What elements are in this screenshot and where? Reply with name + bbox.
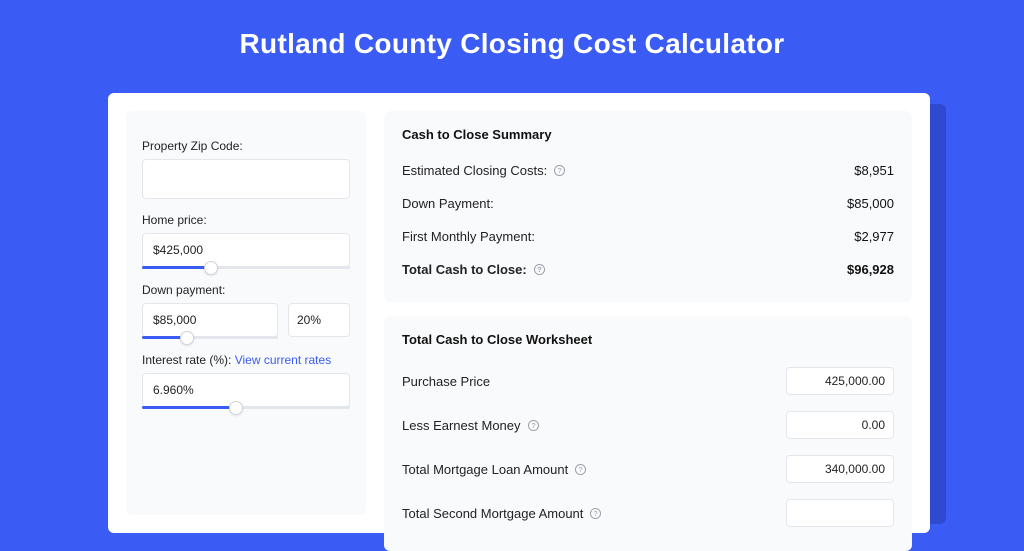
svg-text:?: ? [537,265,542,274]
slider-thumb[interactable] [204,261,218,275]
down-payment-pct-input[interactable] [288,303,350,337]
summary-row-first-payment: First Monthly Payment: $2,977 [402,220,894,253]
inputs-column: Property Zip Code: Home price: Down paym… [126,111,366,515]
worksheet-input[interactable] [786,455,894,483]
slider-thumb[interactable] [229,401,243,415]
view-rates-link[interactable]: View current rates [235,353,332,367]
calculator-panel: Property Zip Code: Home price: Down paym… [108,93,930,533]
interest-input[interactable] [142,373,350,407]
worksheet-label: Purchase Price [402,374,490,389]
summary-value: $85,000 [847,196,894,211]
worksheet-input[interactable] [786,411,894,439]
down-payment-slider[interactable] [142,336,278,339]
down-payment-input[interactable] [142,303,278,337]
worksheet-row-earnest-money: Less Earnest Money ? [402,403,894,447]
summary-label: First Monthly Payment: [402,229,535,244]
worksheet-heading: Total Cash to Close Worksheet [402,332,894,347]
help-icon[interactable]: ? [589,507,602,520]
worksheet-card: Total Cash to Close Worksheet Purchase P… [384,316,912,551]
home-price-slider-wrap [142,233,350,269]
zip-input[interactable] [142,159,350,199]
worksheet-input[interactable] [786,367,894,395]
zip-label: Property Zip Code: [142,139,350,153]
help-icon[interactable]: ? [527,419,540,432]
summary-label: Estimated Closing Costs: [402,163,547,178]
summary-row-closing-costs: Estimated Closing Costs: ? $8,951 [402,154,894,187]
worksheet-label: Less Earnest Money [402,418,521,433]
worksheet-row-mortgage-amount: Total Mortgage Loan Amount ? [402,447,894,491]
interest-label-row: Interest rate (%): View current rates [142,353,350,367]
home-price-label: Home price: [142,213,350,227]
down-payment-label: Down payment: [142,283,350,297]
help-icon[interactable]: ? [533,263,546,276]
results-column: Cash to Close Summary Estimated Closing … [384,111,912,515]
home-price-input[interactable] [142,233,350,267]
summary-heading: Cash to Close Summary [402,127,894,142]
help-icon[interactable]: ? [553,164,566,177]
summary-label: Down Payment: [402,196,494,211]
summary-total-label: Total Cash to Close: [402,262,527,277]
svg-text:?: ? [579,464,583,473]
summary-value: $2,977 [854,229,894,244]
worksheet-row-purchase-price: Purchase Price [402,359,894,403]
worksheet-row-second-mortgage: Total Second Mortgage Amount ? [402,491,894,535]
svg-text:?: ? [558,166,562,175]
worksheet-label: Total Second Mortgage Amount [402,506,583,521]
interest-slider-wrap [142,373,350,409]
interest-label: Interest rate (%): [142,353,235,367]
summary-row-total: Total Cash to Close: ? $96,928 [402,253,894,286]
svg-text:?: ? [531,420,535,429]
down-payment-row [142,303,350,339]
slider-thumb[interactable] [180,331,194,345]
worksheet-label: Total Mortgage Loan Amount [402,462,568,477]
down-payment-slider-wrap [142,303,278,339]
summary-value: $8,951 [854,163,894,178]
summary-card: Cash to Close Summary Estimated Closing … [384,111,912,302]
page-title: Rutland County Closing Cost Calculator [0,0,1024,84]
worksheet-input[interactable] [786,499,894,527]
svg-text:?: ? [594,508,598,517]
summary-row-down-payment: Down Payment: $85,000 [402,187,894,220]
interest-slider[interactable] [142,406,350,409]
home-price-slider[interactable] [142,266,350,269]
help-icon[interactable]: ? [574,463,587,476]
summary-total-value: $96,928 [847,262,894,277]
